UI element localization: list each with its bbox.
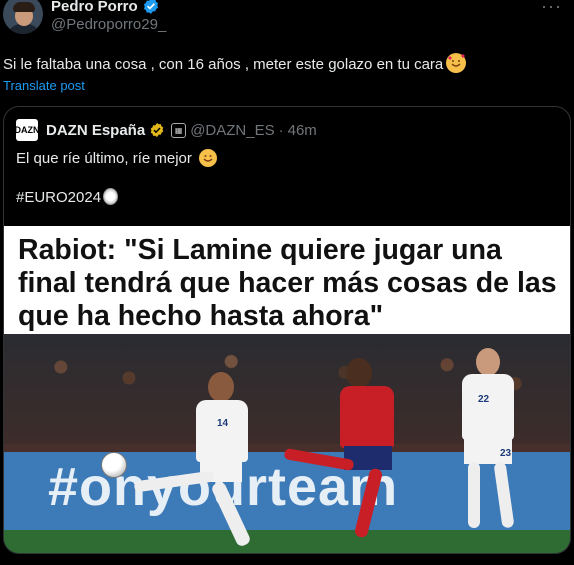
quoted-post-time[interactable]: 46m: [288, 122, 317, 139]
quoted-post[interactable]: DAZN DAZN España ▦ @DAZN_ES · 46m El que…: [3, 106, 571, 554]
player-spain: [283, 358, 424, 548]
dazn-logo[interactable]: DAZN: [15, 119, 40, 141]
quoted-text-line1-body: El que ríe último, ríe mejor: [16, 150, 192, 167]
soccer-ball: [101, 452, 127, 478]
author-avatar[interactable]: [3, 0, 43, 34]
quoted-post-header: DAZN DAZN España ▦ @DAZN_ES · 46m: [15, 119, 317, 141]
quoted-image-photo[interactable]: #onyourteam 14 22 23: [4, 334, 570, 553]
separator-dot: ·: [278, 121, 284, 139]
headline-text: Rabiot: "Si Lamine quiere jugar una fina…: [18, 234, 557, 332]
shirt-number: 23: [500, 448, 512, 459]
shirt-number: 22: [478, 394, 490, 405]
quoted-text-line2: #EURO2024: [16, 188, 119, 206]
shirt-number: 14: [217, 418, 229, 429]
post-text: Si le faltaba una cosa , con 16 años , m…: [3, 53, 467, 73]
verified-badge-icon: [143, 0, 158, 14]
author-handle[interactable]: @Pedroporro29_: [51, 16, 166, 33]
author-name-row: Pedro Porro: [51, 0, 160, 15]
affiliate-badge-icon: ▦: [171, 122, 187, 138]
euro-hashtag[interactable]: #EURO2024: [16, 189, 101, 206]
post-header: Pedro Porro @Pedroporro29_ ···: [0, 0, 574, 40]
quoted-author-name[interactable]: DAZN España: [46, 122, 145, 139]
quoted-text-line1: El que ríe último, ríe mejor: [16, 149, 218, 167]
gold-verified-badge-icon: [150, 123, 164, 137]
translate-post-link[interactable]: Translate post: [3, 78, 85, 93]
author-name[interactable]: Pedro Porro: [51, 0, 138, 15]
soccer-ball-icon: [103, 188, 119, 205]
quoted-author-handle[interactable]: @DAZN_ES: [190, 122, 274, 139]
post-text-body: Si le faltaba una cosa , con 16 años , m…: [3, 56, 444, 73]
quoted-image-headline[interactable]: Rabiot: "Si Lamine quiere jugar una fina…: [4, 226, 570, 334]
smiling-face-icon: [199, 149, 218, 167]
player-france-14: 14: [133, 372, 274, 552]
smiling-face-with-hearts-icon: [446, 53, 467, 73]
player-france-22: 22 23: [456, 348, 526, 548]
more-dots-icon[interactable]: ···: [541, 0, 562, 17]
